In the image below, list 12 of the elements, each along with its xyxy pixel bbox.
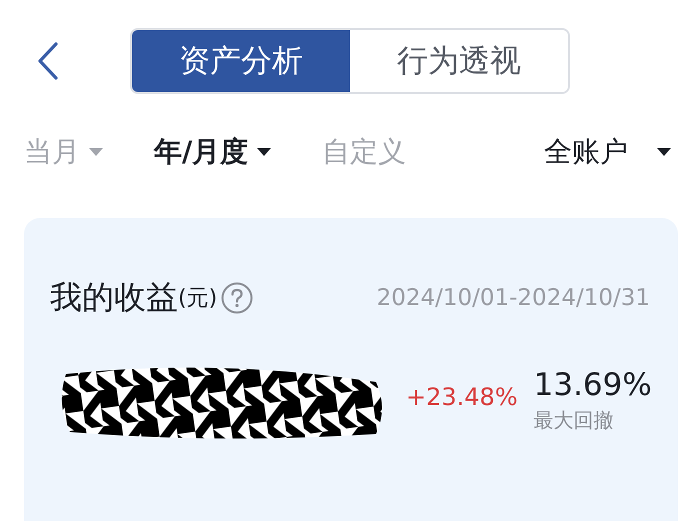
return-rate: +23.48%: [406, 383, 518, 411]
period-filter[interactable]: 年/月度: [154, 133, 272, 171]
caret-icon: [656, 147, 672, 157]
card-title: 我的收益: [50, 277, 178, 318]
max-drawdown-label: 最大回撤: [534, 406, 615, 434]
back-icon[interactable]: [36, 41, 60, 81]
date-range: 2024/10/01-2024/10/31: [376, 285, 650, 311]
max-drawdown-value: 13.69%: [534, 366, 652, 402]
help-icon[interactable]: [221, 282, 254, 314]
unit-label: (元): [178, 285, 218, 313]
account-filter[interactable]: 全账户: [544, 133, 672, 171]
segment-tab[interactable]: 资产分析: [132, 30, 350, 92]
